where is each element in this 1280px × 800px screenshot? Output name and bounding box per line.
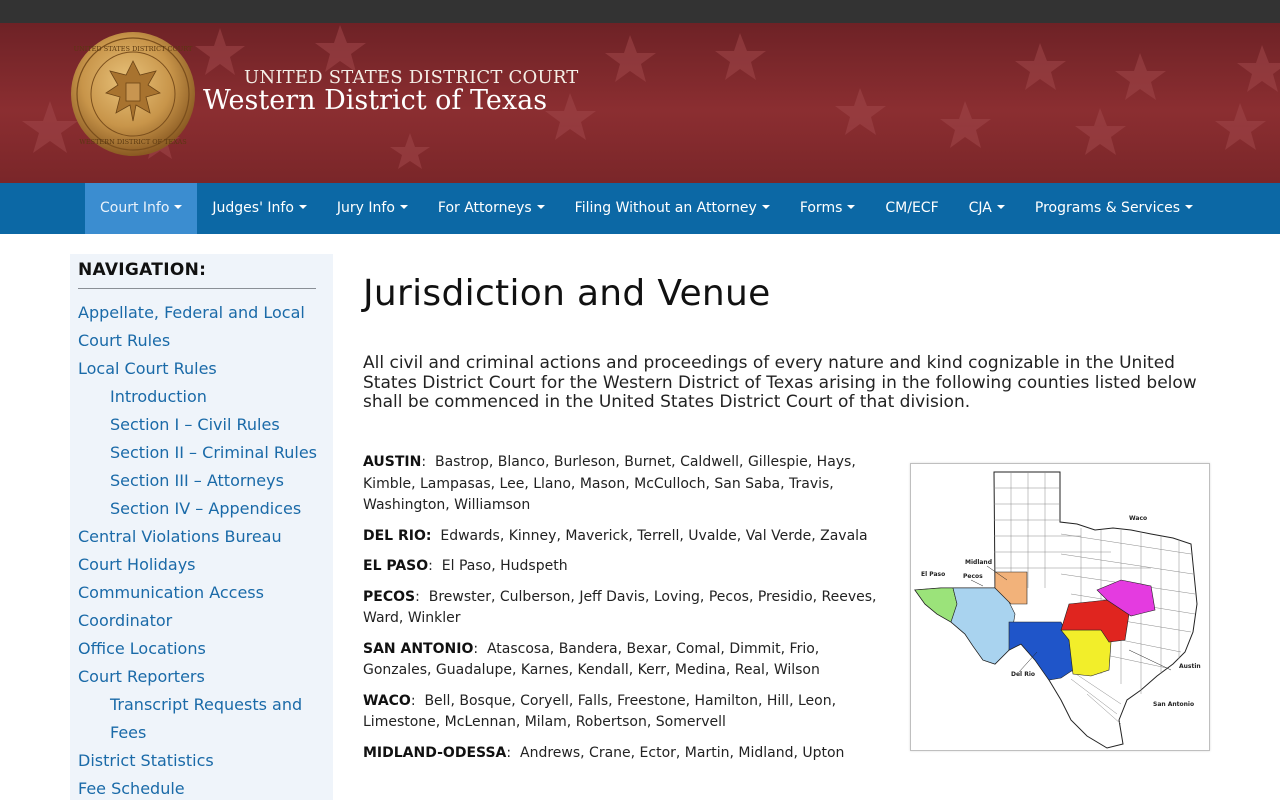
division-name: SAN ANTONIO	[363, 640, 474, 657]
division-name: PECOS	[363, 588, 416, 605]
sidebar-sublink[interactable]: Section IV – Appendices	[78, 495, 328, 523]
sidebar-link[interactable]: Central Violations Bureau	[78, 523, 328, 551]
texas-map-image: El Paso Pecos Midland Waco Del Rio Austi…	[914, 471, 1201, 749]
sidebar-divider	[78, 288, 316, 289]
division-counties: Bell, Bosque, Coryell, Falls, Freestone,…	[363, 692, 837, 731]
sidebar-link[interactable]: Court Reporters	[78, 663, 328, 691]
chevron-down-icon	[1185, 205, 1194, 209]
sidebar-link[interactable]: Appellate, Federal and Local	[78, 299, 328, 327]
main-content: Jurisdiction and Venue All civil and cri…	[363, 270, 1213, 412]
division-entry: EL PASO: El Paso, Hudspeth	[363, 558, 568, 574]
sidebar-link[interactable]: Local Court Rules	[78, 355, 328, 383]
sidebar-sublink[interactable]: Introduction	[78, 383, 328, 411]
nav-for-attorneys[interactable]: For Attorneys	[423, 183, 560, 234]
chevron-down-icon	[847, 205, 856, 209]
sidebar-link[interactable]: Coordinator	[78, 607, 328, 635]
map-label-austin: Austin	[1179, 663, 1201, 670]
nav-court-info[interactable]: Court Info	[85, 183, 198, 234]
main-navbar: Court Info Judges' Info Jury Info For At…	[0, 183, 1280, 234]
intro-paragraph: All civil and criminal actions and proce…	[363, 353, 1197, 412]
division-counties: El Paso, Hudspeth	[441, 558, 568, 574]
chevron-down-icon	[399, 205, 408, 209]
division-name: DEL RIO:	[363, 527, 432, 544]
division-name: AUSTIN	[363, 454, 422, 470]
sidebar-link[interactable]: Court Holidays	[78, 551, 328, 579]
sidebar-link[interactable]: Office Locations	[78, 635, 328, 663]
division-entry: DEL RIO: Edwards, Kinney, Maverick, Terr…	[363, 526, 888, 548]
region-pecos	[950, 587, 1016, 665]
sidebar-sublink[interactable]: Fees	[78, 719, 328, 747]
svg-text:UNITED STATES DISTRICT COURT: UNITED STATES DISTRICT COURT	[74, 45, 193, 53]
division-entry: AUSTIN: Bastrop, Blanco, Burleson, Burne…	[363, 454, 856, 513]
sidebar-link[interactable]: Court Rules	[78, 327, 328, 355]
site-header-banner: UNITED STATES DISTRICT COURT WESTERN DIS…	[0, 23, 1280, 183]
chevron-down-icon	[174, 205, 183, 209]
nav-filing-without-attorney[interactable]: Filing Without an Attorney	[560, 183, 785, 234]
division-entry: SAN ANTONIO: Atascosa, Bandera, Bexar, C…	[363, 640, 820, 679]
map-label-san-antonio: San Antonio	[1153, 701, 1194, 708]
chevron-down-icon	[996, 205, 1005, 209]
division-name: EL PASO	[363, 558, 429, 574]
sidebar-sublink[interactable]: Section I – Civil Rules	[78, 411, 328, 439]
nav-cmecf[interactable]: CM/ECF	[870, 183, 953, 234]
chevron-down-icon	[298, 205, 307, 209]
court-seal-logo: UNITED STATES DISTRICT COURT WESTERN DIS…	[71, 32, 195, 156]
sidebar-sublink[interactable]: Section III – Attorneys	[78, 467, 328, 495]
division-list: AUSTIN: Bastrop, Blanco, Burleson, Burne…	[363, 452, 888, 773]
sidebar-link[interactable]: Communication Access	[78, 579, 328, 607]
region-el-paso	[914, 587, 958, 623]
division-counties: Bastrop, Blanco, Burleson, Burnet, Caldw…	[363, 454, 856, 513]
division-entry: MIDLAND-ODESSA: Andrews, Crane, Ector, M…	[363, 744, 845, 761]
map-label-midland: Midland	[965, 559, 992, 566]
sidebar-link[interactable]: District Statistics	[78, 747, 328, 775]
page-title: Jurisdiction and Venue	[363, 273, 771, 314]
division-name: MIDLAND-ODESSA	[363, 744, 507, 761]
nav-judges-info[interactable]: Judges' Info	[197, 183, 321, 234]
division-name: WACO	[363, 692, 411, 709]
map-label-pecos: Pecos	[963, 573, 983, 580]
division-counties: Andrews, Crane, Ector, Martin, Midland, …	[520, 744, 845, 761]
division-counties: Edwards, Kinney, Maverick, Terrell, Uval…	[440, 527, 868, 544]
sidebar-heading: NAVIGATION:	[78, 260, 207, 280]
texas-division-map: El Paso Pecos Midland Waco Del Rio Austi…	[910, 463, 1210, 751]
nav-forms[interactable]: Forms	[785, 183, 871, 234]
sidebar-link[interactable]: Fee Schedule	[78, 775, 328, 800]
division-entry: PECOS: Brewster, Culberson, Jeff Davis, …	[363, 588, 877, 627]
division-entry: WACO: Bell, Bosque, Coryell, Falls, Free…	[363, 692, 837, 731]
map-label-el-paso: El Paso	[921, 571, 945, 578]
top-utility-bar	[0, 0, 1280, 23]
chevron-down-icon	[761, 205, 770, 209]
division-counties: Brewster, Culberson, Jeff Davis, Loving,…	[363, 588, 877, 627]
sidebar-sublink[interactable]: Section II – Criminal Rules	[78, 439, 328, 467]
sidebar-navigation: NAVIGATION: Appellate, Federal and Local…	[70, 254, 333, 800]
nav-cja[interactable]: CJA	[954, 183, 1020, 234]
nav-jury-info[interactable]: Jury Info	[322, 183, 423, 234]
sidebar-sublink[interactable]: Transcript Requests and	[78, 691, 328, 719]
nav-programs-services[interactable]: Programs & Services	[1020, 183, 1208, 234]
map-label-del-rio: Del Rio	[1011, 671, 1035, 678]
map-label-waco: Waco	[1129, 515, 1147, 522]
chevron-down-icon	[536, 205, 545, 209]
svg-text:WESTERN DISTRICT OF TEXAS: WESTERN DISTRICT OF TEXAS	[79, 138, 187, 146]
court-name-line2[interactable]: Western District of Texas	[203, 85, 547, 116]
